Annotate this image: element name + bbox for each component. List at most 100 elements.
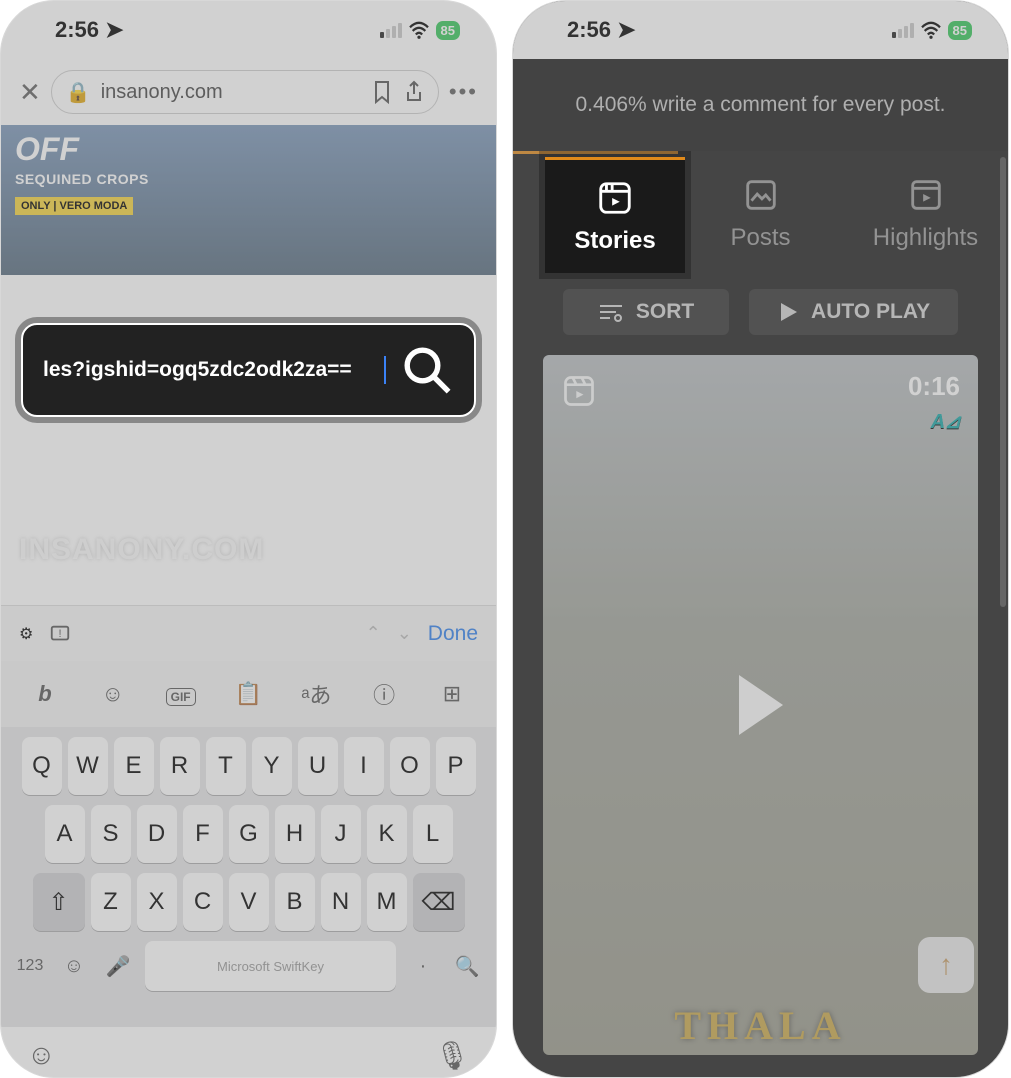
key-u[interactable]: U	[298, 737, 338, 795]
info-icon[interactable]: ⓘ	[364, 678, 404, 710]
play-icon[interactable]	[739, 675, 783, 735]
location-icon: ➤	[617, 17, 635, 42]
kb-row-1: QWERTYUIOP	[7, 737, 490, 795]
brand-watermark: INSANONY.COM	[19, 533, 264, 567]
action-row: SORT AUTO PLAY	[513, 277, 1008, 355]
stats-text: 0.406% write a comment for every post.	[576, 93, 946, 117]
status-bar: 2:56 ➤ 85	[513, 1, 1008, 59]
key-p[interactable]: P	[436, 737, 476, 795]
key-l[interactable]: L	[413, 805, 453, 863]
space-key[interactable]: Microsoft SwiftKey	[145, 941, 396, 991]
keyboard-suggestion-row: b ☺ GIF 📋 ᵃあ ⓘ ⊞	[1, 661, 496, 727]
translate-icon[interactable]: ᵃあ	[296, 678, 336, 710]
tab-posts[interactable]: Posts	[678, 151, 843, 277]
grid-icon[interactable]: ⊞	[432, 681, 472, 707]
mic-key[interactable]: 🎤	[101, 954, 135, 979]
key-o[interactable]: O	[390, 737, 430, 795]
banner-off: OFF	[15, 131, 79, 168]
key-f[interactable]: F	[183, 805, 223, 863]
chevron-down-icon[interactable]: ⌄	[397, 623, 412, 644]
wifi-icon	[920, 21, 942, 39]
period-key[interactable]: ·	[406, 955, 440, 978]
emoji-key[interactable]: ☺	[57, 955, 91, 978]
keyboard-footer: ☺ 🎙	[1, 1027, 496, 1078]
key-t[interactable]: T	[206, 737, 246, 795]
clipboard-icon[interactable]: 📋	[228, 681, 268, 707]
key-d[interactable]: D	[137, 805, 177, 863]
battery-icon: 85	[948, 21, 972, 40]
status-bar: 2:56 ➤ 85	[1, 1, 496, 59]
key-q[interactable]: Q	[22, 737, 62, 795]
key-z[interactable]: Z	[91, 873, 131, 931]
search-input[interactable]	[43, 358, 370, 382]
scroll-top-button[interactable]: ↑	[918, 937, 974, 993]
text-cursor	[384, 356, 386, 384]
keyboard[interactable]: QWERTYUIOP ASDFGHJKL ⇧ ZXCVBNM ⌫ 123 ☺ 🎤…	[1, 727, 496, 1027]
status-time: 2:56 ➤	[567, 17, 636, 43]
kb-row-2: ASDFGHJKL	[7, 805, 490, 863]
search-icon[interactable]	[400, 343, 454, 397]
keyboard-toolbar: ⚙ ! ⌃ ⌄ Done	[1, 605, 496, 661]
stats-header: 0.406% write a comment for every post.	[513, 59, 1008, 151]
signal-icon	[380, 23, 402, 38]
gear-icon[interactable]: ⚙	[19, 624, 33, 644]
key-h[interactable]: H	[275, 805, 315, 863]
tab-stories-label: Stories	[574, 227, 655, 255]
gif-icon[interactable]: GIF	[161, 681, 201, 707]
emoji-footer-icon[interactable]: ☺	[27, 1039, 56, 1071]
banner-sub: SEQUINED CROPS	[15, 171, 149, 187]
key-i[interactable]: I	[344, 737, 384, 795]
key-n[interactable]: N	[321, 873, 361, 931]
tab-highlights[interactable]: Highlights	[843, 151, 1008, 277]
kb-row-3: ⇧ ZXCVBNM ⌫	[7, 873, 490, 931]
more-icon[interactable]: •••	[449, 79, 478, 105]
phone-left: 2:56 ➤ 85 ✕ 🔒 insanony.com •••	[0, 0, 497, 1078]
key-a[interactable]: A	[45, 805, 85, 863]
numbers-key[interactable]: 123	[13, 957, 47, 975]
tab-stories-highlight[interactable]: Stories	[545, 157, 685, 273]
key-c[interactable]: C	[183, 873, 223, 931]
url-text: insanony.com	[101, 81, 223, 104]
close-icon[interactable]: ✕	[19, 77, 41, 108]
banner-tag: ONLY | VERO MODA	[15, 197, 133, 215]
address-bar[interactable]: 🔒 insanony.com	[51, 70, 439, 114]
key-y[interactable]: Y	[252, 737, 292, 795]
lock-icon: 🔒	[66, 80, 91, 105]
story-card[interactable]: 0:16 A⊿ THALA	[543, 355, 978, 1055]
key-k[interactable]: K	[367, 805, 407, 863]
chevron-up-icon[interactable]: ⌃	[366, 623, 381, 644]
key-j[interactable]: J	[321, 805, 361, 863]
bookmark-icon[interactable]	[372, 80, 392, 104]
key-r[interactable]: R	[160, 737, 200, 795]
promo-banner: OFF SEQUINED CROPS ONLY | VERO MODA	[1, 125, 496, 275]
done-button[interactable]: Done	[428, 622, 478, 646]
feedback-icon[interactable]: !	[49, 623, 71, 645]
reel-icon	[561, 373, 597, 409]
autoplay-button[interactable]: AUTO PLAY	[749, 289, 958, 335]
key-x[interactable]: X	[137, 873, 177, 931]
sort-button[interactable]: SORT	[563, 289, 729, 335]
backspace-key[interactable]: ⌫	[413, 873, 465, 931]
key-m[interactable]: M	[367, 873, 407, 931]
key-e[interactable]: E	[114, 737, 154, 795]
status-time: 2:56 ➤	[55, 17, 124, 43]
phone-right: 2:56 ➤ 85 0.406% write a comment for eve…	[512, 0, 1009, 1078]
scrollbar[interactable]	[1000, 157, 1006, 607]
key-s[interactable]: S	[91, 805, 131, 863]
channel-logo: A⊿	[931, 409, 960, 434]
key-v[interactable]: V	[229, 873, 269, 931]
browser-toolbar: ✕ 🔒 insanony.com •••	[1, 59, 496, 125]
emoji-icon[interactable]: ☺	[93, 681, 133, 707]
key-w[interactable]: W	[68, 737, 108, 795]
story-caption: THALA	[543, 1002, 978, 1049]
share-icon[interactable]	[404, 80, 424, 104]
key-b[interactable]: B	[275, 873, 315, 931]
search-box[interactable]	[21, 323, 476, 417]
svg-text:!: !	[59, 627, 62, 639]
bing-icon[interactable]: b	[25, 681, 65, 707]
wifi-icon	[408, 21, 430, 39]
shift-key[interactable]: ⇧	[33, 873, 85, 931]
search-key[interactable]: 🔍	[450, 954, 484, 979]
mic-footer-icon[interactable]: 🎙	[434, 1039, 470, 1072]
key-g[interactable]: G	[229, 805, 269, 863]
